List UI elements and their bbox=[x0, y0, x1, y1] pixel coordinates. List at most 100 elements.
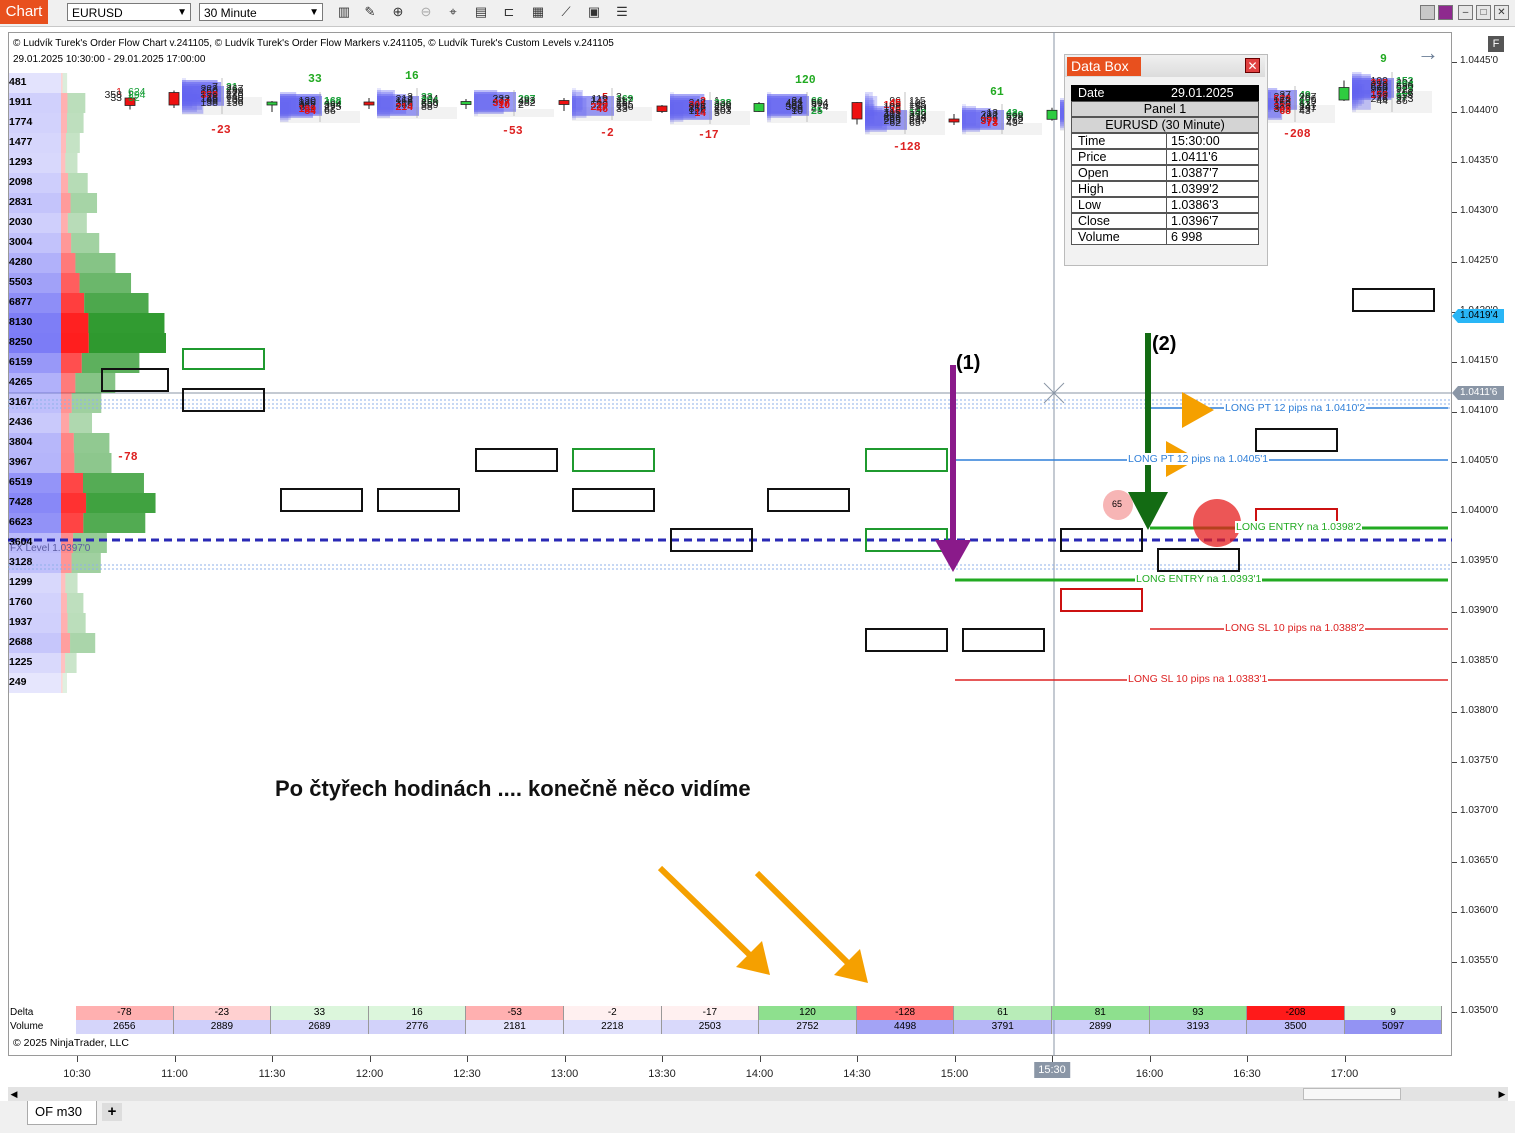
bull-candle bbox=[266, 101, 278, 106]
profile-bid-bar bbox=[61, 493, 87, 513]
profile-volume-label: 1911 bbox=[9, 96, 32, 108]
bid-volume: 10 bbox=[498, 99, 510, 111]
horizontal-scrollbar[interactable]: ◀ ▶ bbox=[8, 1087, 1508, 1101]
profile-bid-bar bbox=[61, 513, 84, 533]
data-box-header: Data Box ✕ bbox=[1065, 55, 1265, 77]
volume-summary-cell: 2181 bbox=[466, 1020, 564, 1034]
data-box-instrument-row: EURUSD (30 Minute) bbox=[1071, 117, 1259, 133]
profile-ask-bar bbox=[75, 253, 116, 273]
crosshair-price-marker: 1.0411'6 bbox=[1452, 386, 1504, 400]
time-label: 16:30 bbox=[1233, 1068, 1261, 1080]
delta-summary-cell: 61 bbox=[954, 1006, 1052, 1020]
price-tick bbox=[1452, 862, 1457, 863]
imbalance-box bbox=[1352, 288, 1435, 312]
profile-ask-bar bbox=[65, 133, 80, 153]
delta-summary-cell: -128 bbox=[856, 1006, 955, 1020]
bear-candle bbox=[363, 101, 375, 106]
long-sl-label-1: LONG SL 10 pips na 1.0388'2 bbox=[1224, 622, 1366, 634]
ask-volume: 43 bbox=[1006, 117, 1018, 129]
bid-volume: 158 bbox=[200, 97, 218, 109]
marker-2-arrow-head bbox=[1128, 492, 1168, 530]
ask-volume: 136 bbox=[226, 97, 244, 109]
close-icon[interactable]: ✕ bbox=[1245, 58, 1260, 73]
imbalance-box bbox=[572, 488, 655, 512]
row-value: 1.0396'7 bbox=[1167, 213, 1259, 229]
bear-candle bbox=[851, 102, 863, 120]
price-tick bbox=[1452, 212, 1457, 213]
row-value: 1.0386'3 bbox=[1167, 197, 1259, 213]
imbalance-box bbox=[280, 488, 363, 512]
bid-volume: 73 bbox=[986, 117, 998, 129]
row-key: Time bbox=[1071, 133, 1167, 149]
price-tick bbox=[1452, 762, 1457, 763]
profile-bid-bar bbox=[61, 293, 85, 313]
price-tick bbox=[1452, 62, 1457, 63]
price-axis[interactable]: 1.0445'0 1.0440'0 1.0435'0 1.0430'0 1.0425'0… bbox=[1452, 32, 1507, 1056]
time-axis[interactable]: 10:30 11:00 11:30 12:00 12:30 13:00 13:30 14:00… bbox=[8, 1056, 1452, 1086]
scrollbar-thumb[interactable] bbox=[1303, 1088, 1401, 1100]
bid-volume: 46 bbox=[596, 103, 608, 115]
price-label: 1.0375'0 bbox=[1460, 755, 1499, 766]
chart-tabs-bar: OF m30 + bbox=[0, 1101, 1515, 1133]
profile-bid-bar bbox=[61, 593, 67, 613]
price-tick bbox=[1452, 162, 1457, 163]
profile-ask-bar bbox=[73, 433, 110, 453]
delta-summary-cell: 16 bbox=[368, 1006, 467, 1020]
scroll-left-icon[interactable]: ◀ bbox=[8, 1087, 20, 1101]
profile-volume-label: 1299 bbox=[9, 576, 33, 588]
imbalance-box bbox=[865, 448, 948, 472]
profile-bid-bar bbox=[61, 653, 66, 673]
profile-bid-bar bbox=[61, 613, 68, 633]
profile-volume-label: 481 bbox=[9, 76, 27, 88]
profile-bid-bar bbox=[61, 453, 75, 473]
long-pt-label-2: LONG PT 12 pips na 1.0405'1 bbox=[1127, 453, 1270, 465]
profile-volume-label: 6877 bbox=[9, 296, 33, 308]
data-box-row: Close 1.0396'7 bbox=[1071, 213, 1259, 229]
profile-volume-label: 1774 bbox=[9, 116, 33, 128]
price-label: 1.0385'0 bbox=[1460, 655, 1499, 666]
bid-volume: 214 bbox=[395, 101, 413, 113]
profile-volume-label: 6159 bbox=[9, 356, 33, 368]
red-circle-marker bbox=[1193, 499, 1241, 547]
tab-of-m30[interactable]: OF m30 bbox=[27, 1101, 97, 1125]
bid-volume: 84 bbox=[304, 105, 316, 117]
imbalance-box bbox=[1157, 548, 1240, 572]
price-label: 1.0425'0 bbox=[1460, 255, 1499, 266]
profile-ask-bar bbox=[67, 213, 87, 233]
imbalance-box bbox=[767, 488, 850, 512]
time-label: 15:30 bbox=[1034, 1062, 1070, 1078]
volume-row-label: Volume bbox=[10, 1021, 44, 1032]
data-box-window[interactable]: Data Box ✕ Date 29.01.2025 Panel 1 EURUS… bbox=[1064, 54, 1268, 266]
profile-volume-label: 3128 bbox=[9, 556, 33, 568]
profile-volume-label: 3167 bbox=[9, 396, 33, 408]
bar-delta-label: 9 bbox=[1380, 52, 1387, 66]
profile-ask-bar bbox=[65, 573, 78, 593]
profile-ask-bar bbox=[65, 653, 77, 673]
price-tick bbox=[1452, 712, 1457, 713]
profile-bid-bar bbox=[61, 573, 66, 593]
profile-volume-label: 5503 bbox=[9, 276, 33, 288]
marker-1-label: (1) bbox=[956, 352, 981, 374]
bar-delta-label: -128 bbox=[893, 140, 921, 154]
scroll-right-icon[interactable]: ▶ bbox=[1496, 1087, 1508, 1101]
date-label: Date bbox=[1071, 85, 1167, 101]
profile-volume-label: 2688 bbox=[9, 636, 33, 648]
bar-delta-label: -53 bbox=[502, 125, 523, 138]
ask-volume: 65 bbox=[909, 117, 921, 129]
profile-ask-bar bbox=[65, 153, 78, 173]
bull-candle bbox=[1046, 109, 1058, 120]
long-pt-label-1: LONG PT 12 pips na 1.0410'2 bbox=[1224, 402, 1367, 414]
price-label: 1.0360'0 bbox=[1460, 905, 1499, 916]
volume-summary-cell: 2656 bbox=[76, 1020, 174, 1034]
profile-volume-label: 8250 bbox=[9, 336, 33, 348]
time-tick bbox=[564, 1056, 566, 1062]
ask-volume: 2 bbox=[518, 99, 524, 111]
volume-summary-cell: 2503 bbox=[661, 1020, 760, 1034]
volume-summary-cell: 3500 bbox=[1247, 1020, 1345, 1034]
price-tick bbox=[1452, 262, 1457, 263]
profile-ask-bar bbox=[82, 473, 144, 493]
bar-delta-label: 33 bbox=[308, 73, 322, 86]
ask-volume: 32 bbox=[128, 92, 140, 104]
time-label: 11:00 bbox=[161, 1068, 188, 1080]
add-tab-button[interactable]: + bbox=[102, 1103, 122, 1121]
